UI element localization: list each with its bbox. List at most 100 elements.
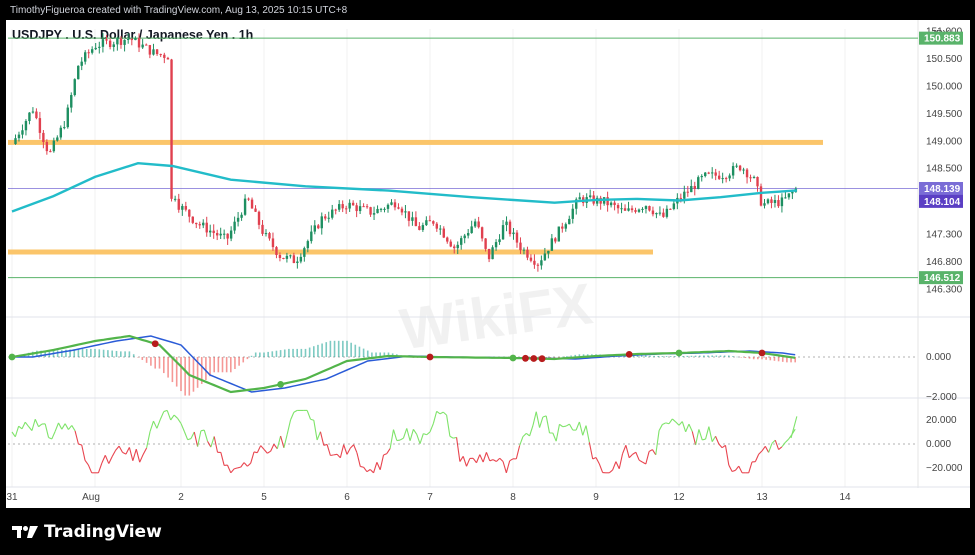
candle-body bbox=[275, 247, 278, 255]
oscillator-segment bbox=[366, 469, 371, 473]
macd-cross-marker bbox=[758, 349, 766, 357]
candle-body bbox=[21, 130, 24, 135]
candle-body bbox=[421, 225, 425, 230]
candle-body bbox=[787, 193, 791, 198]
oscillator-segment bbox=[125, 447, 130, 455]
macd-histogram-bar bbox=[77, 348, 80, 357]
candle-body bbox=[435, 223, 439, 229]
macd-histogram-bar bbox=[111, 350, 113, 357]
candle-body bbox=[254, 208, 257, 212]
candle-body bbox=[690, 186, 693, 193]
candle-body bbox=[271, 238, 275, 248]
oscillator-segment bbox=[51, 431, 56, 440]
macd-histogram-bar bbox=[300, 348, 303, 357]
oscillator-segment bbox=[648, 449, 653, 452]
macd-histogram-bar bbox=[371, 352, 373, 357]
oscillator-segment bbox=[535, 411, 541, 428]
candle-body bbox=[215, 233, 219, 236]
macd-tick-label: 0.000 bbox=[926, 352, 951, 363]
oscillator-segment bbox=[665, 422, 670, 425]
oscillator-segment bbox=[383, 453, 388, 456]
candle-body bbox=[470, 226, 473, 234]
candle-body bbox=[536, 264, 540, 266]
macd-histogram-bar bbox=[180, 357, 182, 392]
oscillator-segment bbox=[754, 454, 760, 462]
macd-histogram-bar bbox=[205, 357, 207, 381]
candle-body bbox=[390, 202, 393, 205]
oscillator-segment bbox=[472, 457, 477, 464]
macd-histogram-bar bbox=[761, 357, 763, 360]
oscillator-segment bbox=[456, 437, 461, 462]
candle-body bbox=[191, 216, 194, 223]
macd-histogram-bar bbox=[715, 355, 718, 357]
candle-body bbox=[310, 231, 313, 242]
oscillator-segment bbox=[731, 469, 736, 472]
oscillator-segment bbox=[492, 459, 497, 462]
oscillator-segment bbox=[149, 420, 155, 432]
y-tick-label: 147.300 bbox=[926, 229, 963, 240]
oscillator-segment bbox=[539, 416, 544, 428]
oscillator-segment bbox=[183, 431, 189, 440]
oscillator-segment bbox=[170, 414, 175, 421]
oscillator-segment bbox=[68, 425, 73, 430]
macd-histogram-bar bbox=[732, 356, 734, 357]
oscillator-segment bbox=[135, 449, 141, 463]
oscillator-segment bbox=[545, 415, 551, 434]
oscillator-segment bbox=[210, 436, 215, 448]
macd-histogram-bar bbox=[85, 348, 88, 357]
brand-name: TradingView bbox=[44, 522, 162, 542]
oscillator-segment bbox=[190, 431, 195, 439]
oscillator-segment bbox=[139, 454, 144, 463]
candle-body bbox=[735, 165, 738, 167]
macd-histogram-bar bbox=[645, 355, 647, 357]
candle-body bbox=[303, 248, 306, 257]
candle-body bbox=[738, 165, 742, 171]
oscillator-segment bbox=[718, 443, 723, 449]
macd-histogram-bar bbox=[128, 351, 131, 357]
candle-body bbox=[152, 49, 155, 55]
macd-histogram-bar bbox=[259, 352, 261, 357]
macd-histogram-bar bbox=[669, 356, 672, 357]
candle-body bbox=[177, 198, 180, 210]
x-tick-label: 14 bbox=[839, 492, 851, 503]
candle-body bbox=[731, 166, 735, 176]
candle-body bbox=[763, 203, 766, 206]
oscillator-segment bbox=[502, 461, 507, 473]
oscillator-segment bbox=[768, 443, 773, 453]
oscillator-segment bbox=[708, 426, 713, 442]
macd-histogram-bar bbox=[238, 357, 240, 366]
oscillator-segment bbox=[389, 429, 395, 449]
candle-body bbox=[278, 254, 282, 258]
macd-histogram-bar bbox=[254, 352, 257, 357]
oscillator-segment bbox=[552, 432, 557, 442]
macd-histogram-bar bbox=[167, 357, 169, 378]
oscillator-segment bbox=[122, 451, 127, 455]
candle-body bbox=[665, 208, 669, 217]
candle-body bbox=[77, 65, 80, 80]
oscillator-segment bbox=[496, 457, 501, 462]
oscillator-segment bbox=[662, 422, 666, 425]
candle-body bbox=[289, 255, 292, 257]
candle-body bbox=[285, 255, 289, 259]
oscillator-segment bbox=[598, 463, 604, 473]
support-zone bbox=[8, 249, 653, 255]
candle-body bbox=[508, 221, 512, 235]
candle-body bbox=[745, 169, 749, 178]
oscillator-segment bbox=[373, 462, 378, 473]
oscillator-segment bbox=[781, 442, 786, 448]
macd-histogram-bar bbox=[694, 355, 697, 357]
macd-histogram-bar bbox=[184, 357, 186, 396]
oscillator-segment bbox=[104, 455, 110, 464]
macd-histogram-bar bbox=[221, 357, 224, 373]
macd-histogram-bar bbox=[661, 356, 664, 357]
chart-canvas[interactable]: WikiFXUSDJPY . U.S. Dollar / Japanese Ye… bbox=[0, 0, 975, 555]
candle-body bbox=[358, 206, 362, 212]
resistance-zone bbox=[8, 139, 823, 145]
oscillator-segment bbox=[771, 439, 776, 444]
oscillator-segment bbox=[582, 425, 587, 436]
oscillator-segment bbox=[628, 453, 633, 459]
candle-body bbox=[446, 237, 449, 242]
oscillator-segment bbox=[256, 445, 262, 453]
macd-histogram-bar bbox=[267, 351, 269, 357]
candle-body bbox=[155, 49, 159, 55]
